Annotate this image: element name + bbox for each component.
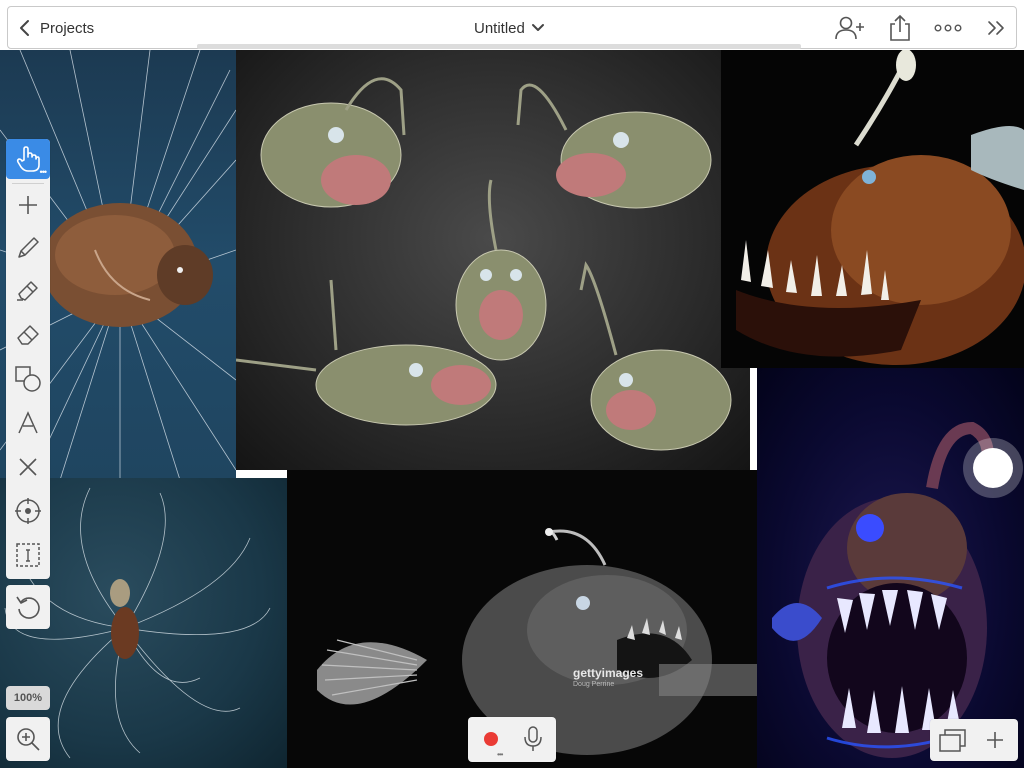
document-title: Untitled — [474, 19, 525, 37]
watermark-brand: gettyimages — [573, 666, 644, 680]
zoom-level-indicator[interactable]: 100% — [6, 686, 50, 710]
plus-icon — [987, 732, 1003, 748]
moodboard-canvas[interactable]: gettyimages Doug Perrine — [0, 0, 1024, 768]
anglerfish-renders-illustration — [236, 77, 732, 451]
document-title-dropdown[interactable]: Untitled — [474, 7, 545, 49]
horizontal-scroll-indicator[interactable] — [197, 44, 801, 49]
text-tool-button[interactable] — [6, 403, 50, 443]
zoom-in-button[interactable] — [6, 717, 50, 761]
select-tool-button[interactable] — [6, 535, 50, 575]
add-page-button[interactable] — [976, 723, 1014, 757]
anglerfish-bioluminescent-illustration — [772, 421, 1023, 758]
share-button[interactable] — [880, 7, 920, 49]
recorder-options-dots: ••• — [497, 750, 503, 759]
delete-tool-button[interactable] — [6, 447, 50, 487]
back-label: Projects — [40, 19, 95, 37]
tool-options-dots: ••• — [39, 167, 48, 177]
back-to-projects-button[interactable]: Projects — [18, 7, 94, 49]
anglerfish-teeth-image[interactable] — [721, 50, 1024, 368]
double-chevron-right-icon — [988, 21, 1004, 35]
watermark-bar — [659, 664, 757, 696]
toolbar-divider — [12, 183, 44, 184]
crosshair-icon — [15, 498, 41, 524]
hand-tool-button[interactable]: ••• — [6, 139, 50, 179]
microphone-icon — [524, 726, 542, 751]
chevron-left-icon — [20, 20, 29, 36]
selection-icon — [16, 543, 40, 567]
ellipsis-icon — [934, 24, 962, 32]
add-tool-button[interactable] — [6, 185, 50, 225]
text-a-icon — [18, 411, 38, 434]
collapse-panel-button[interactable] — [978, 7, 1014, 49]
more-options-button[interactable] — [928, 7, 968, 49]
pencil-tool-button[interactable] — [6, 228, 50, 268]
add-person-icon — [835, 16, 864, 40]
anglerfish-3d-renders-image[interactable] — [236, 50, 750, 470]
shape-tool-button[interactable] — [6, 359, 50, 399]
chevron-down-icon — [531, 24, 544, 31]
undo-icon — [16, 596, 40, 619]
target-tool-button[interactable] — [6, 491, 50, 531]
share-icon — [890, 14, 910, 41]
audio-recorder-panel — [468, 717, 556, 762]
eraser-icon — [17, 325, 39, 345]
microphone-button[interactable] — [518, 723, 548, 755]
shapes-icon — [15, 366, 41, 392]
anglerfish-bioluminescent-image[interactable] — [757, 368, 1024, 768]
hand-pointer-icon — [16, 146, 40, 172]
tools-toolbar: ••• — [6, 139, 50, 579]
watermark-credit: Doug Perrine — [573, 681, 615, 688]
eraser-tool-button[interactable] — [6, 315, 50, 355]
close-x-icon — [19, 458, 37, 476]
add-collaborator-button[interactable] — [830, 7, 870, 49]
pages-button[interactable] — [934, 723, 972, 757]
undo-button[interactable] — [6, 585, 50, 629]
anglerfish-teeth-illustration — [736, 50, 1024, 365]
marker-icon — [17, 281, 38, 301]
marker-tool-button[interactable] — [6, 271, 50, 311]
record-dot-icon — [484, 732, 498, 746]
zoom-in-icon — [17, 728, 40, 751]
getty-watermark: gettyimages Doug Perrine — [573, 666, 643, 688]
top-bar: Projects Untitled — [7, 6, 1017, 49]
plus-icon — [19, 196, 37, 214]
pencil-icon — [18, 237, 39, 258]
pages-icon — [939, 729, 966, 752]
page-controls — [930, 719, 1018, 761]
